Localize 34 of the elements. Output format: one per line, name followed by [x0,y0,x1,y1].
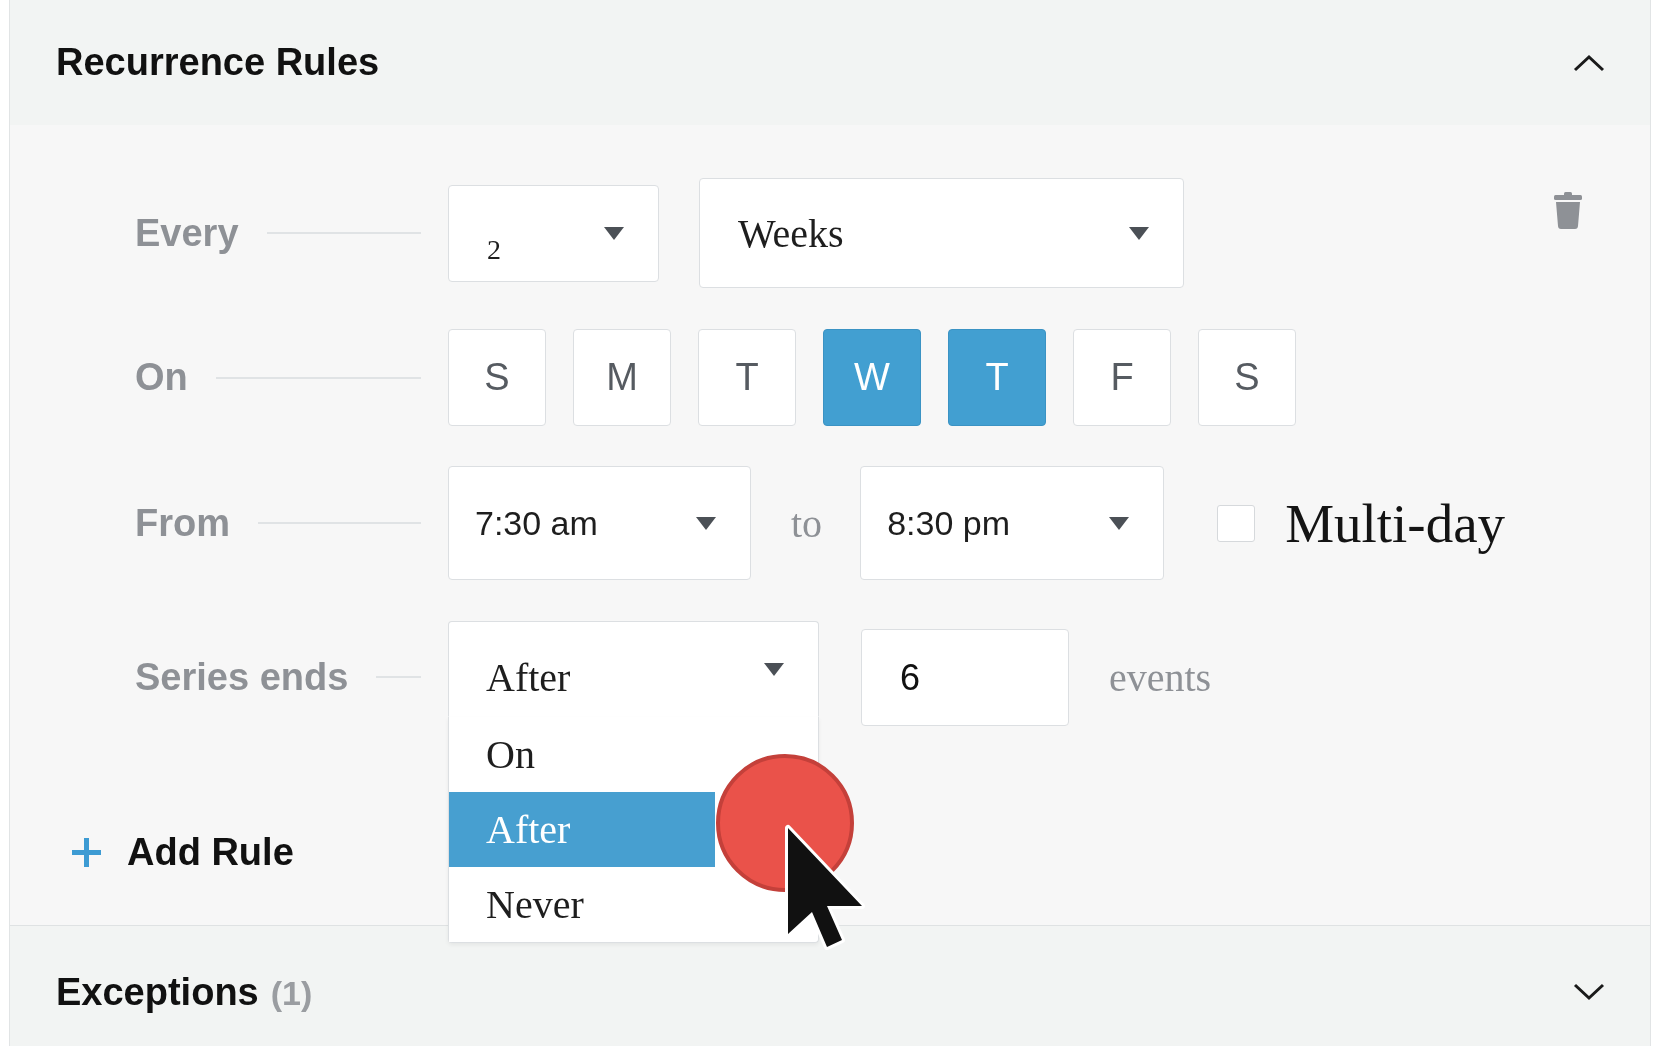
weekday-toggle[interactable]: S [1198,329,1296,426]
weekday-toggle[interactable]: F [1073,329,1171,426]
start-time-dropdown[interactable]: 7:30 am [448,466,751,580]
interval-dropdown[interactable]: 2 [448,184,659,282]
checkbox[interactable] [1217,504,1256,542]
checkbox-label[interactable]: Multi-day [1285,491,1506,555]
caret-icon [1129,226,1149,240]
trash-icon[interactable] [1554,192,1582,229]
field-label: Series ends [135,655,349,699]
chevron-down-icon[interactable] [1573,983,1605,1001]
field-label: From [135,501,230,545]
caret-icon [1109,516,1130,530]
count-input[interactable]: 6 [861,629,1069,726]
weekday-toggle[interactable]: M [573,329,671,426]
count-unit: events [1109,653,1212,701]
range-separator: to [791,499,823,547]
item-count: (1) [270,973,313,1013]
field-label: Every [135,211,239,255]
dropdown-option[interactable]: On [449,717,715,792]
section-title: Exceptions [56,970,259,1014]
caret-icon [696,516,716,530]
caret-icon [764,662,784,676]
end-time-dropdown[interactable]: 8:30 pm [860,466,1165,580]
weekday-toggle[interactable]: T [698,329,796,426]
plus-icon [72,837,101,867]
caret-icon [604,226,624,240]
chevron-up-icon[interactable] [1573,53,1605,72]
end-type-dropdown[interactable]: After [448,621,819,717]
weekday-toggle[interactable]: S [448,329,546,426]
add-rule-button[interactable]: Add Rule [72,822,294,882]
unit-dropdown[interactable]: Weeks [699,178,1184,288]
field-label: On [135,356,188,399]
section-title: Recurrence Rules [56,41,380,84]
dropdown-option[interactable]: Never [449,867,715,942]
